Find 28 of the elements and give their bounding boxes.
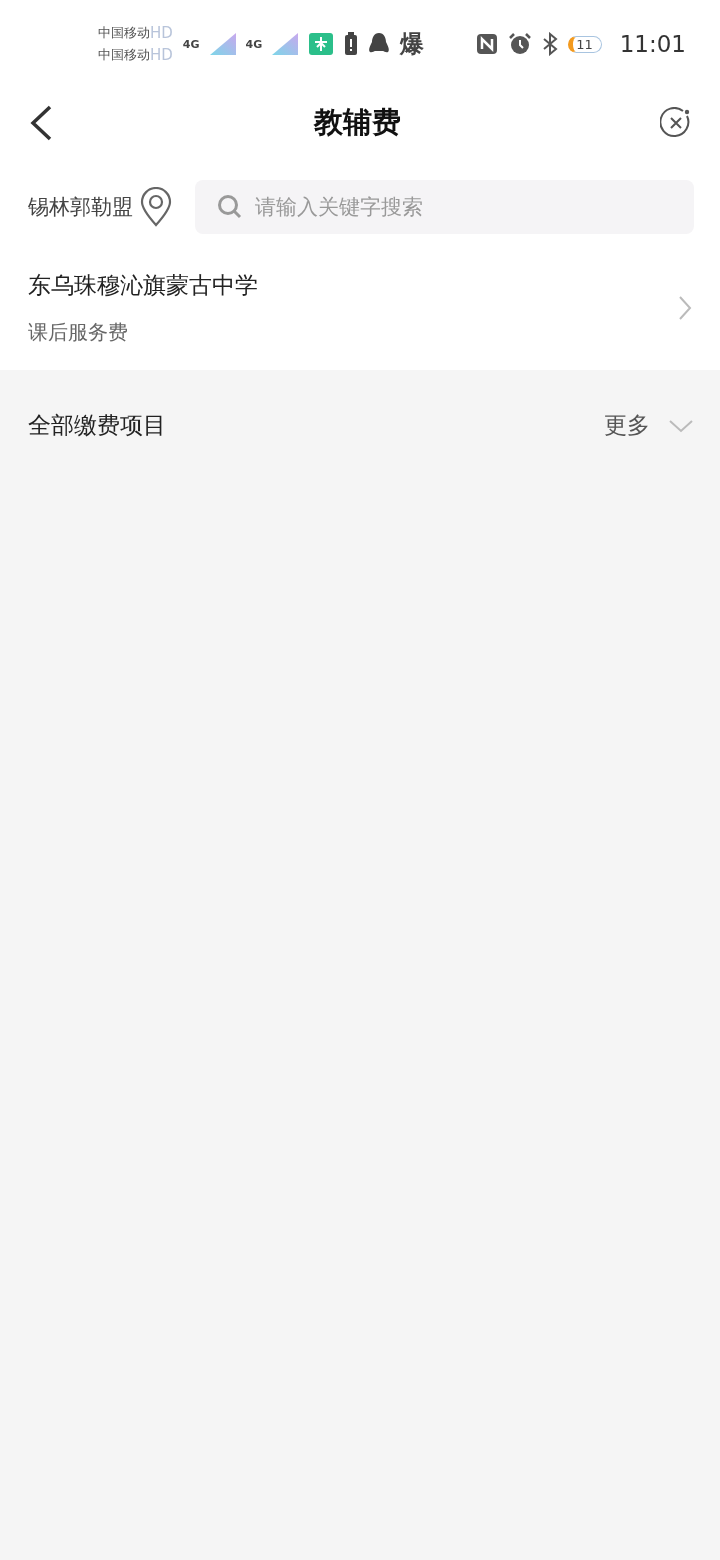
network-label: 4G [245,37,263,51]
clock-time: 11:01 [619,31,686,57]
bluetooth-icon [542,32,559,56]
carrier-name: 中国移动 [98,24,150,42]
school-item[interactable]: 东乌珠穆沁旗蒙古中学 课后服务费 [0,234,720,370]
chevron-right-icon [678,295,692,321]
page-title: 教辅费 [313,104,401,141]
battery-alert-icon [344,32,359,56]
notification-glyph: 爆 [400,29,425,60]
network-label: 4G [182,37,200,51]
search-bar[interactable]: 请输入关键字搜索 [195,180,694,234]
close-button[interactable] [660,107,692,139]
search-icon [217,194,243,220]
back-button[interactable] [28,105,54,141]
chevron-down-icon [668,418,694,433]
region-selector[interactable]: 锡林郭勒盟 [28,187,173,227]
search-input[interactable]: 请输入关键字搜索 [253,194,672,220]
signal-icon [209,33,236,55]
signal-icon [272,33,299,55]
more-button[interactable]: 更多 [604,410,694,441]
nfc-icon [476,33,499,55]
hd-label: HD [150,46,173,64]
app-icon [308,32,335,56]
carrier-name: 中国移动 [98,46,150,64]
alarm-icon [508,32,533,56]
location-pin-icon [139,187,173,227]
section-title: 全部缴费项目 [28,411,167,440]
hd-label: HD [150,24,173,42]
